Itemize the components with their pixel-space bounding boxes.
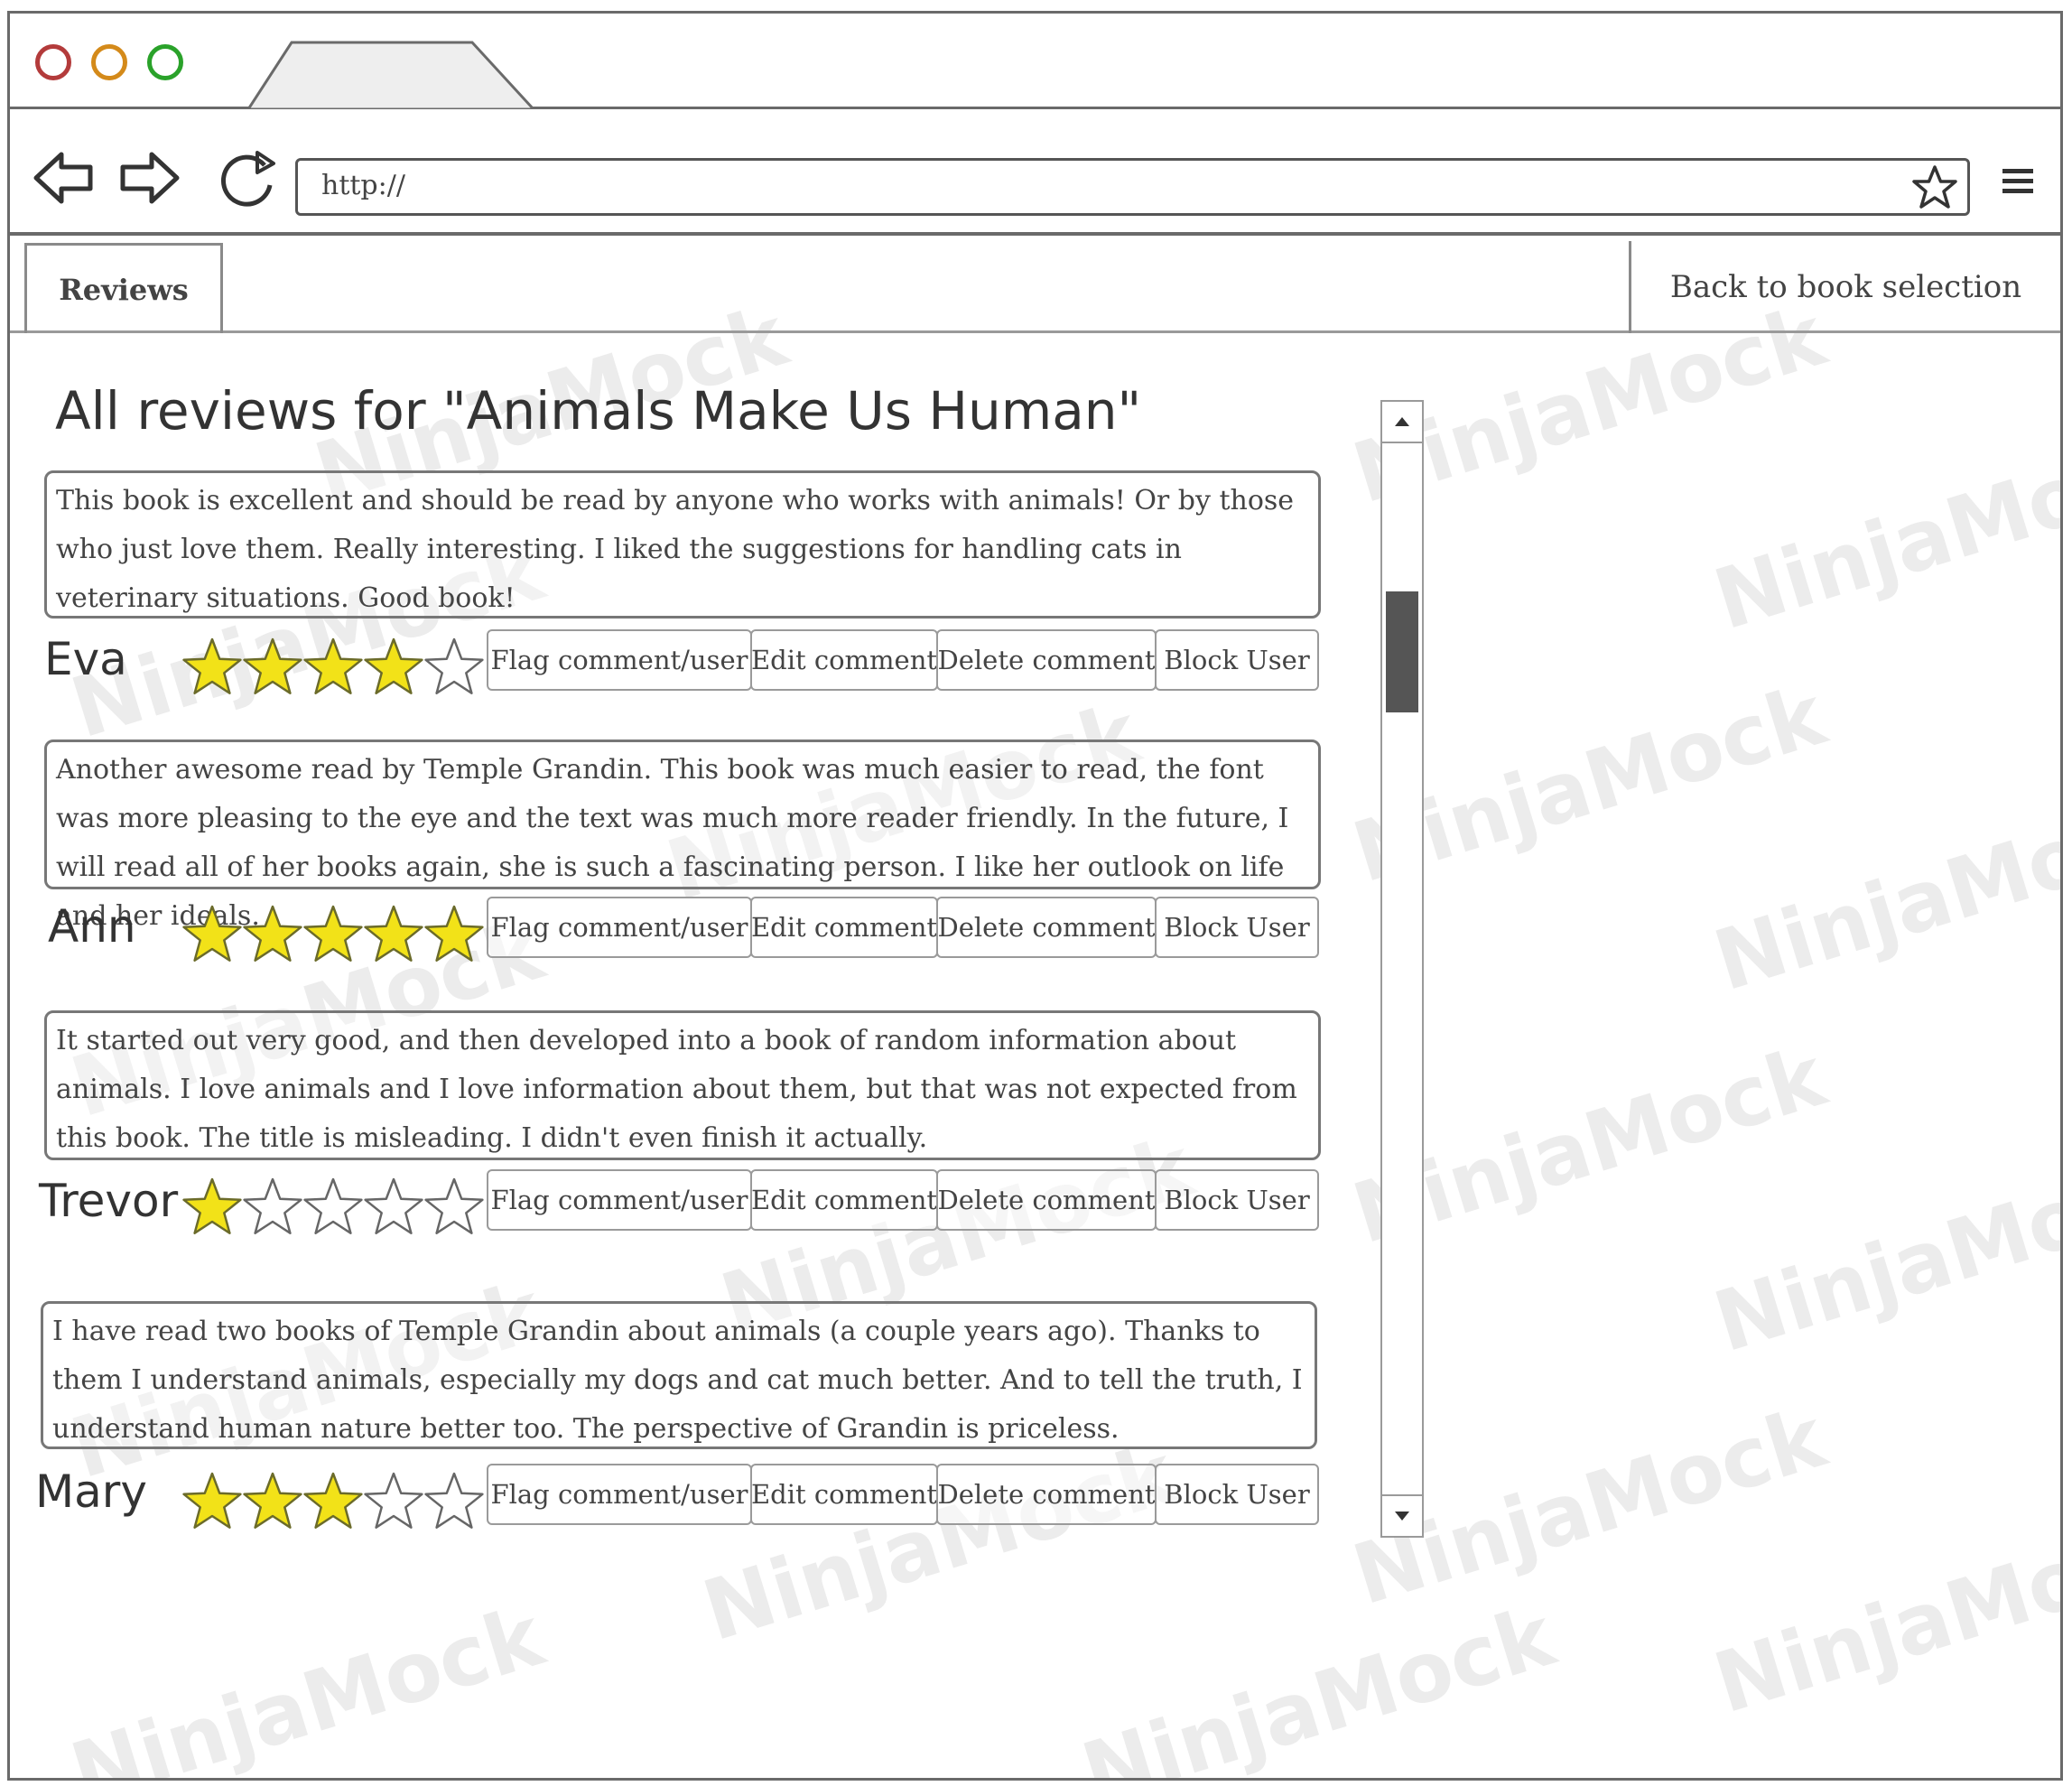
- back-to-book-selection-link[interactable]: Back to book selection: [1629, 241, 2060, 333]
- empty-star-icon: [424, 1177, 484, 1234]
- flag-comment-button[interactable]: Flag comment/user: [487, 1169, 752, 1231]
- review-text-box: This book is excellent and should be rea…: [44, 470, 1321, 619]
- url-bar[interactable]: http://: [295, 158, 1970, 216]
- close-window-button[interactable]: [35, 44, 71, 80]
- forward-arrow-icon[interactable]: [116, 145, 181, 210]
- filled-star-icon: [243, 637, 302, 694]
- review-text-box: I have read two books of Temple Grandin …: [41, 1301, 1317, 1449]
- url-text: http://: [321, 170, 405, 201]
- block-user-button[interactable]: Block User: [1155, 1169, 1319, 1231]
- star-rating: [182, 637, 484, 694]
- block-user-button[interactable]: Block User: [1155, 897, 1319, 958]
- maximize-window-button[interactable]: [147, 44, 183, 80]
- reviewer-name: Trevor: [39, 1175, 179, 1227]
- page-title: All reviews for "Animals Make Us Human": [55, 380, 1142, 442]
- empty-star-icon: [303, 1177, 363, 1234]
- watermark: NinjaMock: [1704, 414, 2063, 649]
- flag-comment-button[interactable]: Flag comment/user: [487, 1464, 752, 1525]
- reviewer-name: Mary: [35, 1465, 147, 1518]
- empty-star-icon: [243, 1177, 302, 1234]
- browser-navbar: http://: [10, 109, 2060, 236]
- minimize-window-button[interactable]: [91, 44, 127, 80]
- delete-comment-button[interactable]: Delete comment: [936, 897, 1157, 958]
- reload-icon[interactable]: [214, 145, 279, 210]
- flag-comment-button[interactable]: Flag comment/user: [487, 629, 752, 691]
- review-text: This book is excellent and should be rea…: [56, 485, 1295, 614]
- filled-star-icon: [182, 905, 242, 962]
- filled-star-icon: [243, 905, 302, 962]
- watermark: NinjaMock: [1704, 1136, 2063, 1372]
- hamburger-menu-icon[interactable]: [2001, 165, 2035, 198]
- filled-star-icon: [243, 1472, 302, 1529]
- delete-comment-button[interactable]: Delete comment: [936, 1464, 1157, 1525]
- watermark: NinjaMock: [692, 1425, 1186, 1660]
- edit-comment-button[interactable]: Edit comment: [750, 1464, 938, 1525]
- review-text-box: It started out very good, and then devel…: [44, 1010, 1321, 1160]
- watermark: NinjaMock: [1704, 775, 2063, 1010]
- filled-star-icon: [182, 637, 242, 694]
- empty-star-icon: [424, 1472, 484, 1529]
- delete-comment-button[interactable]: Delete comment: [936, 629, 1157, 691]
- watermark: NinjaMock: [1704, 1497, 2063, 1733]
- reviews-scrollbar[interactable]: [1380, 400, 1424, 1538]
- browser-titlebar: [10, 14, 2060, 109]
- back-arrow-icon[interactable]: [32, 145, 97, 210]
- filled-star-icon: [303, 637, 363, 694]
- empty-star-icon: [364, 1472, 423, 1529]
- edit-comment-button[interactable]: Edit comment: [750, 1169, 938, 1231]
- filled-star-icon: [303, 1472, 363, 1529]
- edit-comment-button[interactable]: Edit comment: [750, 897, 938, 958]
- reviewer-name: Eva: [44, 633, 127, 685]
- empty-star-icon: [364, 1177, 423, 1234]
- block-user-button[interactable]: Block User: [1155, 629, 1319, 691]
- review-text: It started out very good, and then devel…: [56, 1025, 1297, 1154]
- delete-comment-button[interactable]: Delete comment: [936, 1169, 1157, 1231]
- browser-tab[interactable]: [246, 41, 535, 109]
- star-rating: [182, 905, 484, 962]
- filled-star-icon: [364, 637, 423, 694]
- watermark: NinjaMock: [1072, 1587, 1566, 1781]
- app-header: Reviews Back to book selection: [10, 236, 2060, 333]
- filled-star-icon: [182, 1472, 242, 1529]
- scroll-up-arrow-icon[interactable]: [1382, 402, 1422, 443]
- edit-comment-button[interactable]: Edit comment: [750, 629, 938, 691]
- star-rating: [182, 1177, 484, 1234]
- filled-star-icon: [364, 905, 423, 962]
- empty-star-icon: [424, 637, 484, 694]
- scrollbar-thumb[interactable]: [1386, 591, 1418, 712]
- review-text: I have read two books of Temple Grandin …: [52, 1316, 1303, 1445]
- filled-star-icon: [182, 1177, 242, 1234]
- filled-star-icon: [424, 905, 484, 962]
- scroll-down-arrow-icon[interactable]: [1382, 1494, 1422, 1536]
- bookmark-star-icon[interactable]: [1911, 164, 1958, 211]
- block-user-button[interactable]: Block User: [1155, 1464, 1319, 1525]
- star-rating: [182, 1472, 484, 1529]
- tab-reviews[interactable]: Reviews: [24, 243, 223, 333]
- filled-star-icon: [303, 905, 363, 962]
- watermark: NinjaMock: [60, 1587, 554, 1781]
- flag-comment-button[interactable]: Flag comment/user: [487, 897, 752, 958]
- review-text-box: Another awesome read by Temple Grandin. …: [44, 740, 1321, 932]
- reviewer-name: Ann: [48, 900, 136, 953]
- browser-window: NinjaMock NinjaMock NinjaMock NinjaMock …: [7, 11, 2063, 1781]
